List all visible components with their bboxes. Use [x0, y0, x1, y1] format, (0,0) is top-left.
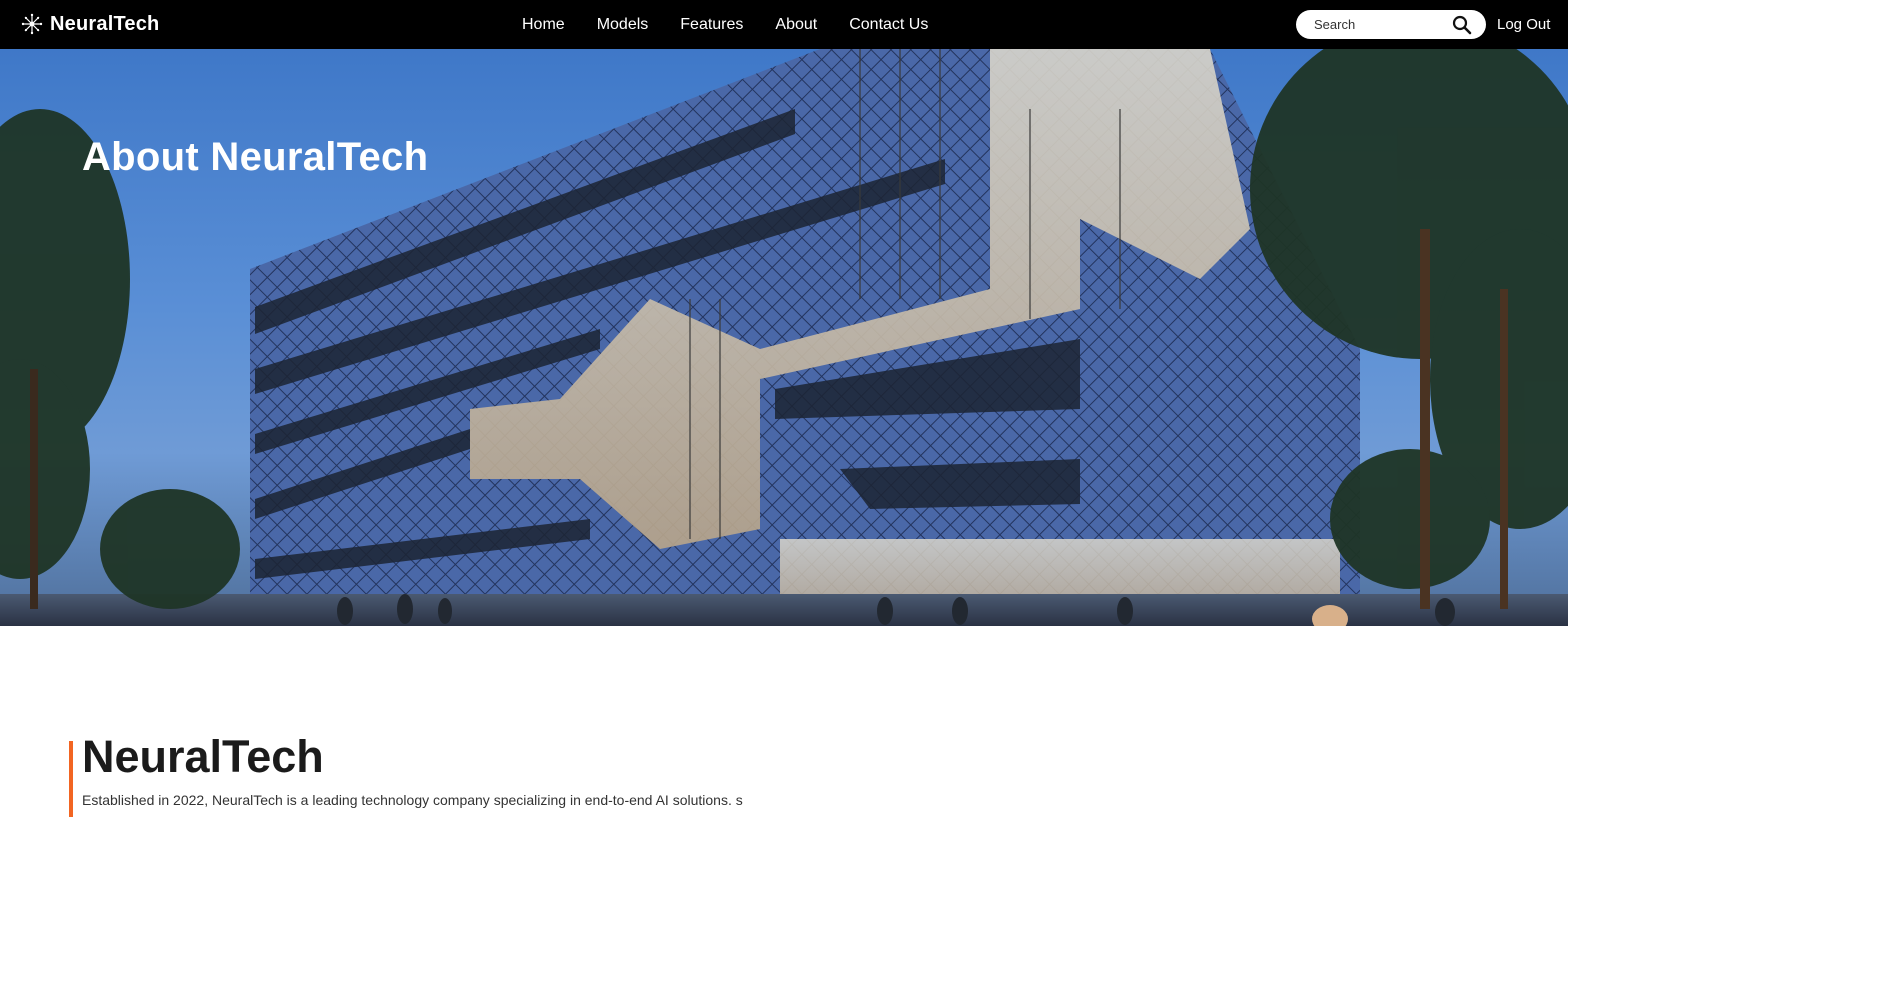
search-box: [1296, 10, 1486, 39]
search-input[interactable]: [1314, 10, 1454, 39]
nav-link-models[interactable]: Models: [581, 0, 665, 49]
brand-name: NeuralTech: [50, 13, 160, 35]
company-heading: NeuralTech: [82, 731, 324, 782]
main-nav: Home Models Features About Contact Us: [506, 0, 944, 49]
accent-bar: [69, 741, 73, 817]
neural-network-icon: [21, 13, 43, 35]
brand-logo[interactable]: NeuralTech: [20, 11, 159, 37]
hero-title: About NeuralTech: [82, 135, 429, 179]
nav-link-about[interactable]: About: [759, 0, 833, 49]
nav-link-contact-us[interactable]: Contact Us: [833, 0, 944, 49]
logout-link[interactable]: Log Out: [1497, 0, 1550, 49]
company-description: Established in 2022, NeuralTech is a lea…: [82, 792, 743, 808]
nav-link-home[interactable]: Home: [506, 0, 581, 49]
about-section: NeuralTech Established in 2022, NeuralTe…: [0, 626, 1568, 817]
hero-banner: About NeuralTech: [0, 49, 1568, 626]
top-navbar: NeuralTech Home Models Features About Co…: [0, 0, 1568, 49]
search-icon[interactable]: [1452, 15, 1472, 35]
nav-link-features[interactable]: Features: [664, 0, 759, 49]
